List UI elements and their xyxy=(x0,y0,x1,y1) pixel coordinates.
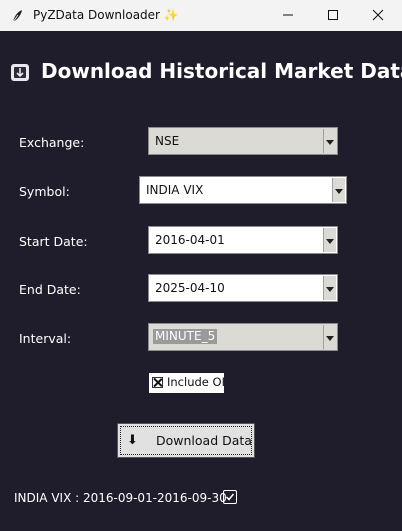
chevron-down-icon[interactable] xyxy=(323,325,336,349)
interval-value: MINUTE_5 xyxy=(153,329,218,344)
close-icon xyxy=(372,9,384,21)
title-bar: PyZData Downloader ✨ xyxy=(0,0,402,31)
app-window: PyZData Downloader ✨ Download Historical… xyxy=(0,0,402,531)
end-date-label: End Date: xyxy=(19,282,81,297)
start-date-label: Start Date: xyxy=(19,234,88,249)
include-oi-label: Include OI xyxy=(167,375,225,389)
chevron-down-icon[interactable] xyxy=(323,129,336,153)
chevron-down-icon[interactable] xyxy=(323,228,336,252)
interval-label: Interval: xyxy=(19,331,72,346)
exchange-value: NSE xyxy=(155,134,180,148)
maximize-button[interactable] xyxy=(311,0,355,31)
maximize-icon xyxy=(328,10,338,20)
end-date-picker[interactable]: 2025-04-10 xyxy=(148,274,338,302)
exchange-select[interactable]: NSE xyxy=(148,127,338,155)
include-oi-checkbox[interactable]: Include OI xyxy=(149,373,225,393)
download-button-label: Download Data xyxy=(156,433,252,448)
exchange-label: Exchange: xyxy=(19,135,85,150)
start-date-value: 2016-04-01 xyxy=(155,233,225,247)
symbol-value: INDIA VIX xyxy=(146,183,204,197)
minimize-icon xyxy=(283,14,293,16)
symbol-combobox[interactable]: INDIA VIX xyxy=(139,176,347,204)
page-title: Download Historical Market Data xyxy=(41,59,402,83)
chevron-down-icon[interactable] xyxy=(323,276,336,300)
interval-select[interactable]: MINUTE_5 xyxy=(148,323,338,351)
feather-icon xyxy=(10,8,24,23)
window-title: PyZData Downloader ✨ xyxy=(33,8,179,22)
download-arrow-icon: ⬇ xyxy=(127,433,138,448)
status-text: INDIA VIX : 2016-09-01-2016-09-30 xyxy=(14,491,227,505)
book-icon xyxy=(9,61,31,83)
minimize-button[interactable] xyxy=(266,0,310,31)
start-date-picker[interactable]: 2016-04-01 xyxy=(148,226,338,254)
check-box-icon xyxy=(223,490,237,504)
close-button[interactable] xyxy=(356,0,400,31)
chevron-down-icon[interactable] xyxy=(332,178,345,202)
checked-box-icon[interactable] xyxy=(152,377,163,388)
download-button[interactable]: ⬇ Download Data xyxy=(117,423,255,458)
symbol-label: Symbol: xyxy=(19,184,70,199)
end-date-value: 2025-04-10 xyxy=(155,281,225,295)
